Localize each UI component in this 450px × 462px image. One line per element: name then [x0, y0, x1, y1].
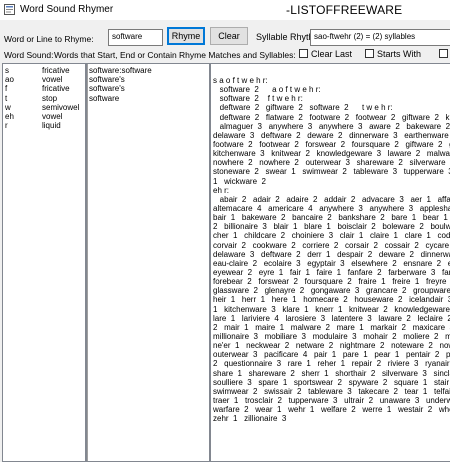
- result-line: heir 1 herr 1 here 1 homecare 2 housewar…: [213, 295, 450, 305]
- extra-option-checkbox[interactable]: [439, 49, 448, 58]
- rhyme-button[interactable]: Rhyme: [167, 27, 205, 45]
- result-line: outerwear 3 pacificare 4 pair 1 pare 1 p…: [213, 350, 450, 360]
- result-line: bair 1 bakeware 2 bancaire 2 bankshare 2…: [213, 213, 450, 223]
- phoneme-row[interactable]: ao vowel: [3, 75, 85, 84]
- result-line: 1 kitchenware 3 klare 1 knerr 1 knitwear…: [213, 304, 450, 314]
- window-title: Word Sound Rhymer: [20, 4, 114, 15]
- match-item[interactable]: software: [89, 94, 209, 103]
- word-sound-label: Word Sound:: [4, 50, 54, 60]
- result-line: footware 2 footwear 2 forswear 2 foursqu…: [213, 139, 450, 149]
- result-line: software 2 a o f t w e h r:: [213, 85, 321, 95]
- result-line: corvair 2 cookware 2 corriere 2 corsair …: [213, 240, 450, 250]
- phoneme-row[interactable]: s fricative: [3, 66, 85, 75]
- word-to-rhyme-label: Word or Line to Rhyme:: [4, 34, 94, 44]
- result-line: traer 1 trosclair 2 tupperware 3 ultrair…: [213, 395, 450, 405]
- result-line: delaware 3 deftware 2 derr 1 despair 2 d…: [213, 249, 450, 259]
- match-item[interactable]: software:software: [89, 66, 209, 75]
- rhyme-results[interactable]: s a o f t w e h r: software 2 a o f t w …: [210, 63, 450, 462]
- result-line: s a o f t w e h r:: [213, 76, 268, 85]
- result-line: glassware 2 glenayre 2 gongaware 3 granc…: [213, 286, 450, 296]
- starts-with-label: Starts With: [377, 49, 422, 59]
- result-line: cher 1 childcare 2 choiniere 3 clair 1 c…: [213, 231, 450, 241]
- clear-button[interactable]: Clear: [210, 27, 248, 45]
- syllable-rhythm-field[interactable]: sao-ftwehr (2) = (2) syllables: [310, 29, 450, 46]
- result-line: almaguer 3 anywhere 3 anywhere 3 aware 2…: [213, 121, 450, 131]
- result-line: deftware 2 flatware 2 footware 2 footwea…: [213, 112, 450, 122]
- match-item[interactable]: software's: [89, 75, 209, 84]
- result-line: 1 wickware 2: [213, 176, 266, 186]
- phoneme-list[interactable]: s fricative ao vowel f fricative t stop w sem…: [2, 63, 86, 462]
- result-line: warfare 2 wear 1 wehr 1 welfare 2 werre …: [213, 405, 450, 415]
- result-line: eh r:: [213, 185, 230, 195]
- result-line: kitchenware 3 knitwear 2 knowledgeware 3…: [213, 149, 450, 159]
- phoneme-row[interactable]: eh vowel: [3, 112, 85, 121]
- result-line: abair 2 adair 2 adaire 2 addair 2 advaca…: [213, 194, 450, 204]
- clear-last-checkbox[interactable]: [299, 49, 308, 58]
- app-icon: [4, 4, 15, 15]
- result-line: altemacare 4 americare 4 anywhere 3 anyw…: [213, 203, 450, 213]
- clear-last-label: Clear Last: [311, 49, 353, 59]
- result-line: millionaire 3 mobiliare 3 modulaire 3 mo…: [213, 331, 450, 341]
- watermark-text: -LISTOFFREEWARE: [286, 3, 403, 17]
- result-line: stoneware 2 swear 1 swimwear 2 tableware…: [213, 167, 450, 177]
- result-line: nowhere 2 nowhere 2 outerwear 3 sharewar…: [213, 158, 450, 168]
- matches-list[interactable]: software:software software's software's …: [86, 63, 210, 462]
- result-line: ne'er 1 neckwear 2 netware 2 nightmare 2…: [213, 341, 450, 351]
- phoneme-row[interactable]: t stop: [3, 94, 85, 103]
- result-line: zehr 1 zillionaire 3: [213, 414, 287, 424]
- result-line: software 2 f t w e h r:: [213, 94, 303, 104]
- phoneme-row[interactable]: f fricative: [3, 84, 85, 93]
- word-input[interactable]: software: [108, 29, 163, 46]
- result-line: share 1 shareware 2 sherr 1 shorthair 2 …: [213, 368, 450, 378]
- result-line: swimwear 2 swissair 2 tableware 3 takeca…: [213, 386, 450, 396]
- matches-description: Words that Start, End or Contain Rhyme M…: [54, 50, 296, 60]
- result-line: 2 questionnaire 3 rare 1 reher 1 repair …: [213, 359, 450, 369]
- result-line: 2 billionaire 3 blair 1 blare 1 boisclai…: [213, 222, 450, 232]
- result-line: deftware 2 giftware 2 software 2 t w e h…: [213, 103, 393, 113]
- result-line: forebear 2 forswear 2 foursquare 2 frair…: [213, 277, 450, 287]
- result-line: delaware 3 deftware 2 deware 2 dinnerwar…: [213, 130, 449, 140]
- result-line: lare 1 lariviere 4 larosiere 3 latentere…: [213, 313, 450, 323]
- result-line: 2 mair 1 maire 1 malware 2 mare 1 markai…: [213, 322, 450, 332]
- result-line: soulliere 3 spare 1 sportswear 2 spyware…: [213, 377, 450, 387]
- result-line: eau-claire 2 ecolaire 3 egyptair 3 elsew…: [213, 258, 450, 268]
- column-divider: [87, 64, 88, 461]
- phoneme-row[interactable]: w semivowel: [3, 103, 85, 112]
- starts-with-checkbox[interactable]: [365, 49, 374, 58]
- phoneme-row[interactable]: r liquid: [3, 121, 85, 130]
- result-line: eyewear 2 eyre 1 fair 1 faire 1 fanfare …: [213, 267, 450, 277]
- title-bar: Word Sound Rhymer -LISTOFFREEWARE: [0, 0, 450, 20]
- match-item[interactable]: software's: [89, 84, 209, 93]
